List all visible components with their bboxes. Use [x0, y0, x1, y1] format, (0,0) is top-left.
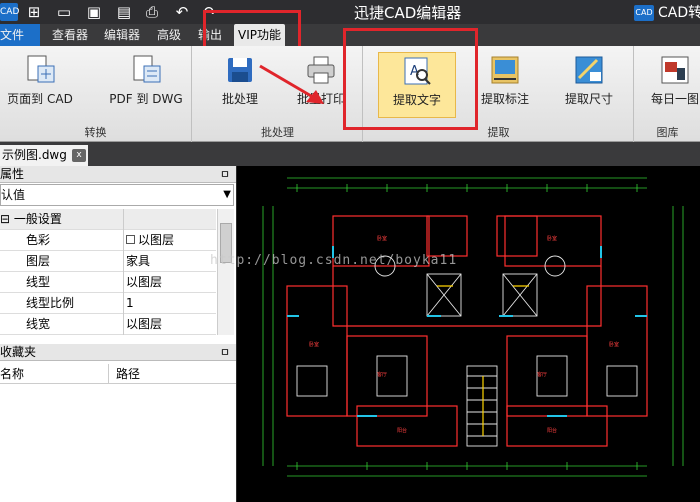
document-tab[interactable]: 示例图.dwg x	[0, 145, 88, 166]
annotation-arrow	[259, 64, 324, 104]
extract-annotation-button[interactable]: 提取标注	[468, 52, 542, 118]
prop-key: 线宽	[26, 317, 51, 331]
window-title: 迅捷CAD编辑器	[354, 4, 462, 22]
prop-row-lineweight[interactable]: 线宽 以图层	[0, 314, 216, 335]
highlight-box-extract	[343, 28, 478, 130]
menu-editor[interactable]: 编辑器	[100, 24, 144, 46]
prop-divider	[123, 209, 124, 230]
highlight-box-vip	[203, 10, 301, 50]
group-gallery: 每日一图 图库	[635, 46, 700, 142]
app-logo-icon: CAD	[0, 3, 19, 21]
page-to-cad-button[interactable]: 页面到 CAD	[4, 52, 76, 118]
close-tab-icon[interactable]: x	[72, 149, 86, 162]
brand-logo-icon: CAD	[634, 5, 654, 21]
properties-title: 属性	[0, 167, 25, 181]
group-convert-label: 转换	[84, 126, 107, 139]
new-icon[interactable]: ⊞	[24, 2, 44, 22]
properties-combo-value: 认值	[1, 188, 26, 202]
brand-label: CAD CAD转	[634, 2, 700, 22]
document-tab-bar: 示例图.dwg x	[0, 142, 700, 166]
prop-row-general[interactable]: ⊟ 一般设置	[0, 209, 216, 230]
prop-key: 线型	[26, 275, 51, 289]
batch-icon	[228, 58, 252, 82]
save-icon[interactable]: ▣	[84, 2, 104, 22]
group-gallery-label: 图库	[656, 126, 679, 139]
prop-value-text: 以图层	[138, 233, 175, 247]
prop-value: 以图层	[126, 230, 174, 251]
prop-row-linetype[interactable]: 线型 以图层	[0, 272, 216, 293]
prop-divider	[123, 293, 124, 314]
svg-text:卧室: 卧室	[309, 341, 319, 348]
group-convert: 页面到 CAD PDF 到 DWG 转换	[0, 46, 192, 142]
daily-drawing-button[interactable]: 每日一图	[645, 52, 700, 118]
column-path[interactable]: 路径	[116, 364, 140, 384]
properties-header: 属性 ㅁ	[0, 166, 236, 183]
column-divider	[108, 364, 109, 384]
document-tab-label: 示例图.dwg	[2, 148, 67, 162]
prop-value: 1	[126, 296, 134, 310]
pdf-to-dwg-label: PDF 到 DWG	[109, 92, 183, 106]
brand-text: CAD转	[658, 5, 700, 21]
cad-drawing-canvas[interactable]: 卧室 卧室 卧室 卧室 客厅 客厅 阳台 阳台	[237, 166, 700, 502]
pin-icon[interactable]: ㅁ	[220, 344, 230, 361]
prop-divider	[123, 230, 124, 251]
svg-text:阳台: 阳台	[397, 427, 407, 434]
open-icon[interactable]: ▭	[54, 2, 74, 22]
prop-key: 线型比例	[26, 296, 75, 310]
extract-dimension-icon	[575, 56, 603, 84]
properties-scrollbar[interactable]	[217, 209, 234, 335]
save-as-icon[interactable]: ▤	[114, 2, 134, 22]
prop-value: 以图层	[126, 317, 163, 331]
prop-row-linetype-scale[interactable]: 线型比例 1	[0, 293, 216, 314]
prop-key: 色彩	[26, 233, 51, 247]
floor-plan-drawing: 卧室 卧室 卧室 卧室 客厅 客厅 阳台 阳台	[262, 177, 684, 477]
page-to-cad-icon	[27, 55, 55, 83]
menu-advanced[interactable]: 高级	[153, 24, 185, 46]
menu-file[interactable]: 文件	[0, 24, 40, 46]
daily-drawing-icon	[661, 56, 689, 84]
properties-combo[interactable]: 认值 ▼	[0, 184, 234, 206]
prop-value: 家具	[126, 254, 151, 268]
extract-dimension-label: 提取尺寸	[564, 92, 613, 106]
prop-divider	[123, 272, 124, 293]
pdf-to-dwg-button[interactable]: PDF 到 DWG	[104, 52, 188, 118]
title-bar: CAD ⊞ ▭ ▣ ▤ ⎙ ↶ ↷ 迅捷CAD编辑器 CAD CAD转	[0, 0, 700, 24]
menu-viewer[interactable]: 查看器	[48, 24, 92, 46]
chevron-down-icon: ▼	[223, 189, 231, 200]
color-swatch-icon	[126, 235, 135, 244]
svg-text:卧室: 卧室	[377, 235, 387, 242]
group-batch-label: 批处理	[261, 126, 294, 139]
left-panel: 属性 ㅁ 认值 ▼ ⊟ 一般设置 色彩 以图层 图层 家具 线型 以图层 线型比…	[0, 166, 236, 502]
pin-icon[interactable]: ㅁ	[220, 166, 230, 183]
prop-divider	[123, 314, 124, 335]
favorites-title: 收藏夹	[0, 345, 37, 359]
svg-text:卧室: 卧室	[547, 235, 557, 242]
print-icon[interactable]: ⎙	[142, 2, 162, 22]
page-to-cad-label: 页面到 CAD	[7, 92, 73, 106]
undo-icon[interactable]: ↶	[172, 2, 192, 22]
batch-label: 批处理	[221, 92, 258, 106]
extract-annotation-label: 提取标注	[480, 92, 529, 106]
prop-key: 图层	[26, 254, 51, 268]
pdf-to-dwg-icon	[133, 55, 161, 83]
column-name[interactable]: 名称	[0, 364, 24, 384]
properties-table: ⊟ 一般设置 色彩 以图层 图层 家具 线型 以图层 线型比例 1 线宽 以图层	[0, 209, 216, 335]
daily-drawing-label: 每日一图	[650, 92, 699, 106]
svg-text:客厅: 客厅	[537, 371, 547, 378]
favorites-header: 收藏夹 ㅁ	[0, 344, 236, 361]
prop-key: ⊟ 一般设置	[0, 212, 62, 226]
extract-annotation-icon	[491, 56, 519, 84]
prop-group-label: 一般设置	[13, 212, 62, 226]
prop-row-color[interactable]: 色彩 以图层	[0, 230, 216, 251]
prop-value: 以图层	[126, 275, 163, 289]
prop-divider	[123, 251, 124, 272]
extract-dimension-button[interactable]: 提取尺寸	[552, 52, 626, 118]
favorites-columns: 名称 路径	[0, 364, 236, 384]
svg-text:卧室: 卧室	[609, 341, 619, 348]
svg-text:客厅: 客厅	[377, 371, 387, 378]
prop-row-layer[interactable]: 图层 家具	[0, 251, 216, 272]
svg-text:阳台: 阳台	[547, 427, 557, 434]
watermark-text: http://blog.csdn.net/boyka11	[210, 253, 458, 268]
